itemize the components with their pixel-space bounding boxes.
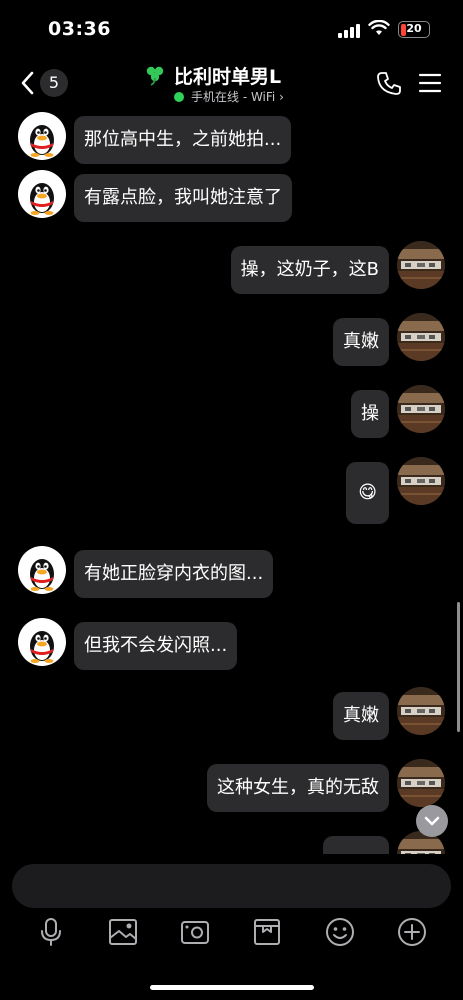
input-toolbar: [0, 912, 463, 954]
home-indicator[interactable]: [150, 985, 314, 990]
message-bubble[interactable]: 操，这奶子，这B: [230, 246, 389, 294]
phone-call-button[interactable]: [376, 70, 402, 96]
message-list[interactable]: 那位高中生，之前她拍... 有露点脸，我叫她注意了 操，这奶子，这B 真嫩操 😋 有她正脸…: [0, 108, 463, 854]
my-avatar[interactable]: [397, 457, 445, 505]
cellular-signal-icon: [338, 22, 362, 38]
message-row: 但我不会发闪照...: [0, 618, 463, 684]
message-row: 有她正脸穿内衣的图...: [0, 546, 463, 612]
message-row: 那位高中生，之前她拍...: [0, 112, 463, 178]
message-bubble[interactable]: 有露点脸，我叫她注意了: [74, 174, 292, 222]
chat-title-area[interactable]: 比利时单男L 手机在线 - WiFi ›: [130, 62, 340, 106]
message-bubble[interactable]: 那位高中生，之前她拍...: [74, 116, 292, 164]
camera-icon[interactable]: [179, 916, 211, 948]
message-bubble[interactable]: 真嫩: [333, 318, 389, 366]
message-bubble[interactable]: 操: [351, 390, 389, 438]
message-bubble[interactable]: 😋: [346, 462, 389, 524]
scrollbar[interactable]: [457, 602, 460, 732]
chevron-left-icon: [21, 71, 34, 95]
chat-title: 比利时单男L: [174, 66, 282, 88]
message-row: 有露点脸，我叫她注意了: [0, 170, 463, 236]
contact-avatar[interactable]: [18, 546, 66, 594]
my-avatar[interactable]: [397, 759, 445, 807]
message-bubble[interactable]: 有她正脸穿内衣的图...: [74, 550, 274, 598]
back-button[interactable]: 5: [18, 68, 70, 98]
message-row: 真嫩: [0, 313, 463, 380]
emoji-icon[interactable]: [324, 916, 356, 948]
image-icon[interactable]: [107, 916, 139, 948]
contact-avatar[interactable]: [18, 112, 66, 160]
message-row: 操: [0, 385, 463, 452]
message-input[interactable]: [12, 864, 451, 908]
status-time: 03:36: [48, 18, 111, 40]
wifi-icon: [368, 20, 390, 35]
clover-icon: [146, 66, 164, 86]
my-avatar[interactable]: [397, 313, 445, 361]
message-bubble[interactable]: [323, 836, 389, 854]
message-bubble[interactable]: 但我不会发闪照...: [74, 622, 238, 670]
message-row: 这种女生，真的无敌: [0, 759, 463, 826]
chevron-down-icon: [424, 816, 440, 826]
status-bar: 03:36 20: [0, 0, 463, 60]
plus-icon[interactable]: [396, 916, 428, 948]
online-status-text: 手机在线 - WiFi ›: [191, 90, 284, 104]
menu-button[interactable]: [418, 72, 442, 94]
contact-avatar[interactable]: [18, 170, 66, 218]
message-row: 😋: [0, 457, 463, 524]
unread-count-badge: 5: [40, 69, 68, 97]
my-avatar[interactable]: [397, 385, 445, 433]
microphone-icon[interactable]: [35, 916, 67, 948]
file-box-icon[interactable]: [251, 916, 283, 948]
message-row: 真嫩: [0, 687, 463, 754]
battery-icon: 20: [398, 21, 430, 38]
chat-header: 5 比利时单男L 手机在线 - WiFi ›: [0, 60, 463, 108]
message-bubble[interactable]: 真嫩: [333, 692, 389, 740]
scroll-to-bottom-button[interactable]: [416, 805, 448, 837]
message-bubble[interactable]: 这种女生，真的无敌: [207, 764, 389, 812]
my-avatar[interactable]: [397, 241, 445, 289]
message-row: [0, 831, 463, 854]
online-status-dot: [174, 92, 184, 102]
my-avatar[interactable]: [397, 687, 445, 735]
battery-percent: 20: [406, 22, 422, 35]
contact-avatar[interactable]: [18, 618, 66, 666]
message-row: 操，这奶子，这B: [0, 241, 463, 308]
